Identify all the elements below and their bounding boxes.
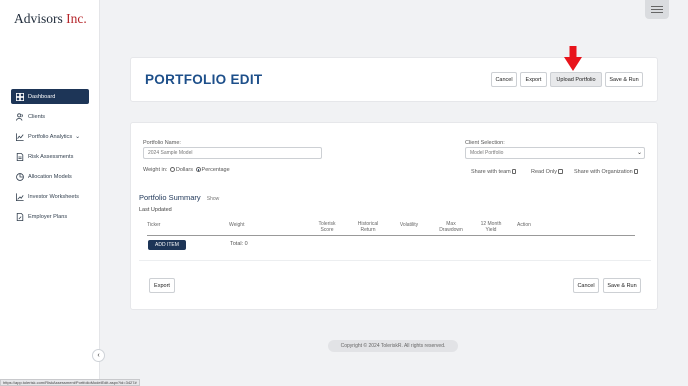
weight-in-group: Weight in: Dollars Percentage (143, 167, 230, 173)
show-toggle[interactable]: Show (207, 196, 220, 202)
cancel-button[interactable]: Cancel (491, 72, 517, 87)
sidebar-item-portfolio-analytics[interactable]: Portfolio Analytics ⌄ (11, 129, 89, 144)
upload-portfolio-button[interactable]: Upload Portfolio (550, 72, 602, 87)
column-header-line: Score (320, 227, 334, 233)
column-header-line: Return (360, 227, 376, 233)
last-updated-label: Last Updated (139, 207, 172, 213)
chevron-down-icon: ⌄ (636, 150, 642, 156)
share-with-team-option: Share with team (471, 169, 517, 175)
column-header-line: Yield (485, 227, 497, 233)
sidebar-item-label: Allocation Models (28, 173, 72, 180)
users-icon (16, 112, 23, 121)
status-bar-url: https://app.tolerisk.com/RiskAssessment/… (0, 379, 140, 386)
sidebar-collapse-button[interactable]: ‹ (92, 349, 105, 362)
client-selection-label: Client Selection: (465, 140, 505, 146)
add-item-button[interactable]: ADD ITEM (148, 240, 186, 250)
save-run-button[interactable]: Save & Run (605, 72, 643, 87)
weight-in-label: Weight in: (143, 167, 168, 173)
sidebar-item-risk-assessments[interactable]: Risk Assessments (11, 149, 89, 164)
column-ticker: Ticker (147, 222, 161, 228)
sidebar-item-dashboard[interactable]: Dashboard (11, 89, 89, 104)
column-12-month-yield: 12 Month Yield (477, 221, 505, 233)
export-button[interactable]: Export (520, 72, 547, 87)
copyright-footer: Copyright © 2024 ToleriskR. All rights r… (328, 340, 458, 352)
brand-name: Advisors (14, 11, 63, 26)
share-with-team-checkbox[interactable] (511, 169, 517, 174)
pie-icon (16, 172, 24, 181)
chart-icon (16, 132, 24, 141)
sidebar-item-label: Investor Worksheets (28, 193, 79, 200)
chevron-left-icon: ‹ (97, 352, 100, 359)
dollars-label: Dollars (175, 167, 194, 173)
read-only-checkbox[interactable] (558, 169, 563, 174)
red-arrow-annotation (564, 46, 582, 71)
column-max-drawdown: Max Drawdown (435, 221, 467, 233)
portfolio-summary-heading: Portfolio Summary Show (139, 193, 219, 202)
column-action: Action (517, 222, 531, 228)
portfolio-name-input[interactable]: 2024 Sample Model (143, 147, 322, 159)
sidebar-item-label: Dashboard (28, 93, 56, 100)
table-footer-divider (139, 260, 651, 261)
cancel-bottom-button[interactable]: Cancel (573, 278, 599, 293)
dollars-radio[interactable] (169, 167, 175, 173)
column-tolerisk-score: Tolerisk Score (313, 221, 341, 233)
portfolio-name-label: Portfolio Name: (143, 140, 181, 146)
percentage-radio[interactable] (195, 167, 201, 173)
dashboard-icon (16, 92, 24, 101)
sidebar: Advisors Inc. Dashboard Clients Portfoli… (0, 0, 100, 386)
percentage-label: Percentage (201, 167, 230, 173)
trend-icon (16, 192, 24, 201)
sidebar-nav: Dashboard Clients Portfolio Analytics ⌄ … (11, 89, 89, 229)
read-only-label: Read Only (531, 169, 557, 175)
document-icon (16, 152, 24, 161)
total-weight: Total: 0 (230, 241, 248, 247)
sidebar-item-label: Employer Plans (28, 213, 68, 220)
sidebar-item-clients[interactable]: Clients (11, 109, 89, 124)
menu-line (651, 6, 663, 7)
portfolio-summary-title: Portfolio Summary (139, 193, 201, 202)
sidebar-item-label: Risk Assessments (28, 153, 74, 160)
column-volatility: Volatility (399, 222, 419, 228)
hamburger-menu-button[interactable] (645, 0, 669, 19)
column-header-line: Drawdown (439, 227, 463, 233)
brand-logo[interactable]: Advisors Inc. (14, 11, 87, 27)
column-historical-return: Historical Return (353, 221, 383, 233)
save-run-bottom-button[interactable]: Save & Run (603, 278, 641, 293)
sidebar-item-label: Clients (28, 113, 46, 120)
column-weight: Weight (229, 222, 245, 228)
sidebar-item-employer-plans[interactable]: Employer Plans (11, 209, 89, 224)
share-with-team-label: Share with team (471, 169, 511, 175)
read-only-option: Read Only (531, 169, 563, 175)
export-bottom-button[interactable]: Export (149, 278, 175, 293)
share-with-org-label: Share with Organization (574, 169, 633, 175)
chevron-down-icon: ⌄ (75, 134, 81, 140)
client-selection-value: Model Portfolio (470, 150, 504, 156)
edit-document-icon (16, 212, 24, 221)
client-selection-select[interactable]: Model Portfolio ⌄ (465, 147, 645, 159)
sidebar-item-investor-worksheets[interactable]: Investor Worksheets (11, 189, 89, 204)
table-header-divider (147, 235, 635, 236)
brand-suffix: Inc. (66, 11, 87, 26)
sidebar-item-label: Portfolio Analytics (28, 133, 73, 140)
menu-line (651, 12, 663, 13)
portfolio-form: Portfolio Name: 2024 Sample Model Client… (130, 122, 658, 310)
sidebar-item-allocation-models[interactable]: Allocation Models (11, 169, 89, 184)
menu-line (651, 9, 663, 10)
page-title: PORTFOLIO EDIT (145, 72, 263, 87)
share-with-org-checkbox[interactable] (633, 169, 639, 174)
share-with-org-option: Share with Organization (574, 169, 639, 175)
